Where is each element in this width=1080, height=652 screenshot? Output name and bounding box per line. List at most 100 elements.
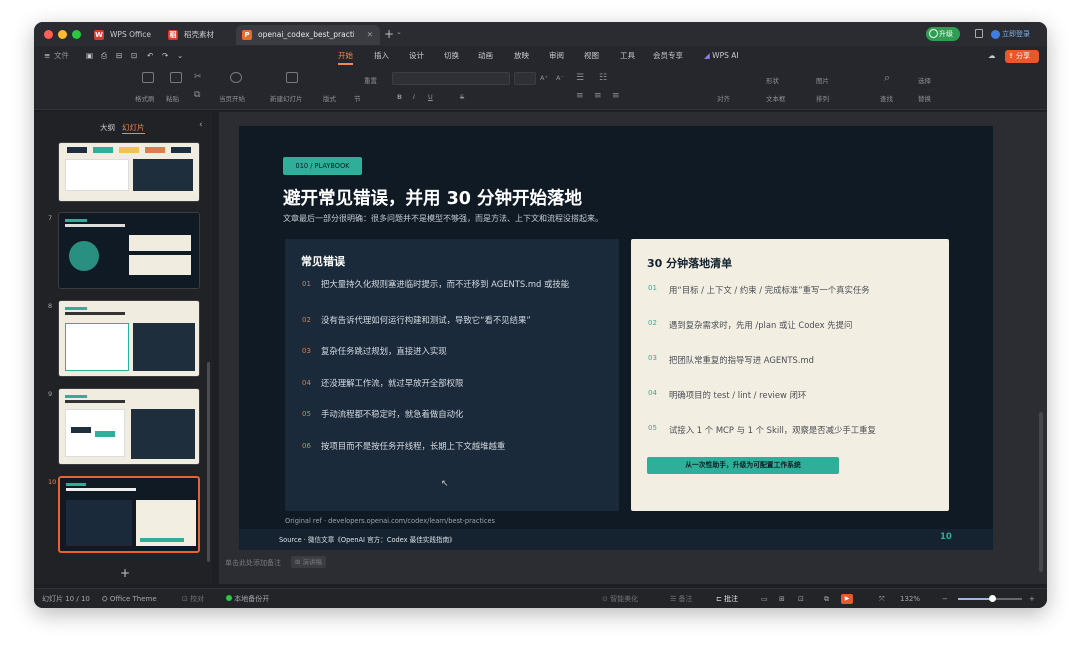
textbox-button[interactable]: 文本框 [766, 93, 786, 103]
scrollbar[interactable] [207, 362, 210, 562]
cut-icon[interactable]: ✂ [194, 72, 202, 82]
find-button[interactable]: 查找 [880, 93, 893, 103]
bold-button[interactable]: B [397, 93, 402, 101]
speech-notes-button[interactable]: ⊞ 演讲稿 [291, 556, 327, 568]
section-button[interactable]: 节 [354, 93, 361, 103]
comments-button[interactable]: ⊏ 批注 [716, 589, 738, 608]
font-family-select[interactable] [392, 72, 510, 85]
menu-insert[interactable]: 插入 [374, 46, 389, 66]
slide-thumbnail[interactable] [58, 388, 200, 465]
number-list-icon[interactable]: ☷ [599, 73, 607, 83]
replace-button[interactable]: 替换 [918, 93, 931, 103]
upgrade-button[interactable]: 升级 [926, 27, 960, 41]
chevron-down-icon[interactable]: ⌄ [177, 46, 183, 66]
new-tab-button[interactable]: + [384, 25, 394, 43]
arrange-button[interactable]: 排列 [816, 93, 829, 103]
shape-button[interactable]: 形状 [766, 75, 779, 85]
layout-button[interactable]: 版式 [323, 93, 336, 103]
tab-document[interactable]: P openai_codex_best_practic ✕ [236, 25, 380, 45]
normal-view-icon[interactable]: ▭ [761, 589, 768, 608]
reading-view-icon[interactable]: ⊡ [798, 589, 804, 608]
underline-button[interactable]: U [428, 93, 433, 101]
zoom-level[interactable]: 132% [900, 589, 920, 608]
tab-docer[interactable]: 稻 稻壳素材 [162, 25, 232, 45]
menu-wps-ai[interactable]: ◢ WPS AI [704, 46, 739, 66]
new-slide-button[interactable]: 新建幻灯片 [270, 93, 303, 103]
slide-canvas[interactable]: 010 / PLAYBOOK 避开常见错误，并用 30 分钟开始落地 文章最后一… [239, 126, 993, 550]
notes-input[interactable]: 单击此处添加备注 [225, 558, 281, 568]
share-button[interactable]: ⇪ 分享 [1005, 50, 1039, 63]
paste-button[interactable]: 粘贴 [166, 93, 179, 103]
slide-thumbnail[interactable] [58, 300, 200, 377]
menu-home[interactable]: 开始 [338, 46, 353, 65]
proofread-button[interactable]: ⊡ 校对 [182, 589, 204, 608]
collapse-panel-icon[interactable]: ‹ [199, 120, 203, 130]
italic-button[interactable]: I [413, 93, 415, 101]
chevron-down-icon[interactable]: ⌄ [396, 28, 402, 36]
menu-tools[interactable]: 工具 [620, 46, 635, 66]
slide-thumbnail-selected[interactable] [58, 476, 200, 553]
window-mode-icon[interactable] [975, 29, 983, 38]
align-button[interactable]: 对齐 [717, 93, 730, 103]
slide-thumbnail[interactable] [58, 212, 200, 289]
font-size-select[interactable] [514, 72, 536, 85]
add-slide-button[interactable]: + [120, 566, 130, 580]
search-icon[interactable]: ⌕ [884, 71, 890, 85]
vertical-scrollbar[interactable] [1039, 412, 1043, 572]
print-icon[interactable]: ⊟ [116, 46, 122, 66]
menu-member[interactable]: 会员专享 [653, 46, 683, 66]
zoom-slider-handle[interactable] [989, 595, 996, 602]
tab-close-icon[interactable]: ✕ [367, 25, 373, 45]
play-from-current-icon[interactable] [230, 72, 242, 83]
menu-review[interactable]: 审阅 [549, 46, 564, 66]
zoom-slider[interactable] [958, 595, 1022, 602]
bullet-list-icon[interactable]: ☰ [576, 73, 584, 83]
paste-icon[interactable] [170, 72, 182, 83]
hamburger-icon[interactable]: ≡ [44, 46, 50, 66]
new-slide-icon[interactable] [286, 72, 298, 83]
theme-indicator[interactable]: ⛭ Office Theme [102, 589, 157, 608]
menu-slideshow[interactable]: 放映 [514, 46, 529, 66]
grid-view-icon[interactable]: ⊞ [779, 589, 785, 608]
align-center-icon[interactable]: ≡ [594, 91, 602, 101]
decrease-font-button[interactable]: A⁻ [556, 74, 564, 82]
play-from-current-button[interactable]: 当页开始 [219, 93, 245, 103]
format-painter-icon[interactable] [142, 72, 154, 83]
strikethrough-button[interactable]: S [460, 93, 464, 101]
smart-beautify-button[interactable]: ⊙ 智能美化 [602, 589, 638, 608]
copy-icon[interactable]: ⧉ [194, 90, 200, 100]
menu-design[interactable]: 设计 [409, 46, 424, 66]
export-pdf-icon[interactable]: ⎙ [101, 46, 107, 66]
increase-font-button[interactable]: A⁺ [540, 74, 548, 82]
align-right-icon[interactable]: ≡ [612, 91, 620, 101]
login-button[interactable]: 立即登录 [991, 27, 1030, 41]
save-icon[interactable]: ▣ [86, 46, 93, 66]
slide-thumbnail[interactable] [58, 142, 200, 202]
reset-button[interactable]: 重置 [364, 75, 377, 85]
close-window-button[interactable] [44, 30, 53, 39]
picture-button[interactable]: 图片 [816, 75, 829, 85]
backup-status[interactable]: 本地备份开 [226, 589, 269, 608]
tab-wps-office[interactable]: W WPS Office [88, 25, 158, 45]
menu-view[interactable]: 视图 [584, 46, 599, 66]
minimize-window-button[interactable] [58, 30, 67, 39]
undo-icon[interactable]: ↶ [147, 46, 153, 66]
zoom-in-button[interactable]: + [1029, 589, 1035, 608]
redo-icon[interactable]: ↷ [162, 46, 168, 66]
fit-window-icon[interactable]: ⤧ [879, 589, 885, 608]
format-painter-button[interactable]: 格式刷 [135, 93, 155, 103]
menu-transition[interactable]: 切换 [444, 46, 459, 66]
tab-slides[interactable]: 幻灯片 [122, 122, 145, 134]
cloud-icon[interactable]: ☁ [988, 46, 996, 66]
preview-icon[interactable]: ⊡ [131, 46, 137, 66]
menu-animation[interactable]: 动画 [478, 46, 493, 66]
notes-button[interactable]: ☰ 备注 [670, 589, 693, 608]
select-button[interactable]: 选择 [918, 75, 931, 85]
zoom-out-button[interactable]: − [942, 589, 948, 608]
play-slideshow-button[interactable]: ▶ [841, 594, 853, 604]
present-icon[interactable]: ⧉ [824, 589, 829, 608]
align-left-icon[interactable]: ≡ [576, 91, 584, 101]
zoom-window-button[interactable] [72, 30, 81, 39]
tab-outline[interactable]: 大纲 [100, 122, 115, 133]
file-menu[interactable]: 文件 [54, 46, 69, 66]
